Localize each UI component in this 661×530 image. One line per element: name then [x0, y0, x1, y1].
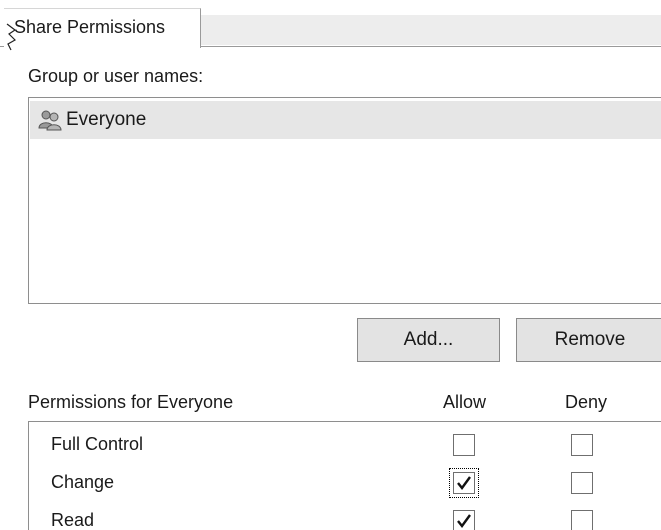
tab-bar: Share Permissions: [0, 8, 661, 48]
table-row: Full Control: [29, 426, 661, 464]
full-control-allow-checkbox[interactable]: [453, 434, 475, 456]
list-item[interactable]: Everyone: [30, 101, 661, 139]
tab-strip-background: [200, 15, 661, 45]
deny-column-header: Deny: [565, 392, 608, 412]
change-allow-checkbox[interactable]: [449, 468, 479, 498]
checkmark-icon: [457, 476, 471, 490]
full-control-deny-checkbox[interactable]: [571, 434, 593, 456]
permissions-list: Full Control Change Read: [28, 421, 661, 530]
tab-share-permissions[interactable]: Share Permissions: [4, 8, 201, 48]
list-item-label: Everyone: [66, 109, 147, 130]
group-list-label: Group or user names:: [28, 66, 204, 86]
resize-cursor-icon: [6, 23, 17, 51]
permission-name: Read: [51, 510, 95, 530]
read-allow-checkbox[interactable]: [453, 510, 475, 530]
allow-column-header: Allow: [443, 392, 487, 412]
table-row: Change: [29, 464, 661, 502]
change-deny-checkbox[interactable]: [571, 472, 593, 494]
permissions-header-label: Permissions for Everyone: [28, 392, 234, 412]
permission-name: Full Control: [51, 434, 144, 454]
remove-button[interactable]: Remove: [516, 318, 661, 362]
checkmark-icon: [457, 514, 471, 528]
group-list[interactable]: Everyone: [28, 97, 661, 304]
add-button[interactable]: Add...: [357, 318, 500, 362]
share-permissions-page: Share Permissions Group or user names: E…: [0, 0, 661, 530]
users-icon: [38, 110, 62, 131]
read-deny-checkbox[interactable]: [571, 510, 593, 530]
tab-share-permissions-label: Share Permissions: [14, 17, 166, 37]
permission-name: Change: [51, 472, 115, 492]
table-row: Read: [29, 502, 661, 530]
